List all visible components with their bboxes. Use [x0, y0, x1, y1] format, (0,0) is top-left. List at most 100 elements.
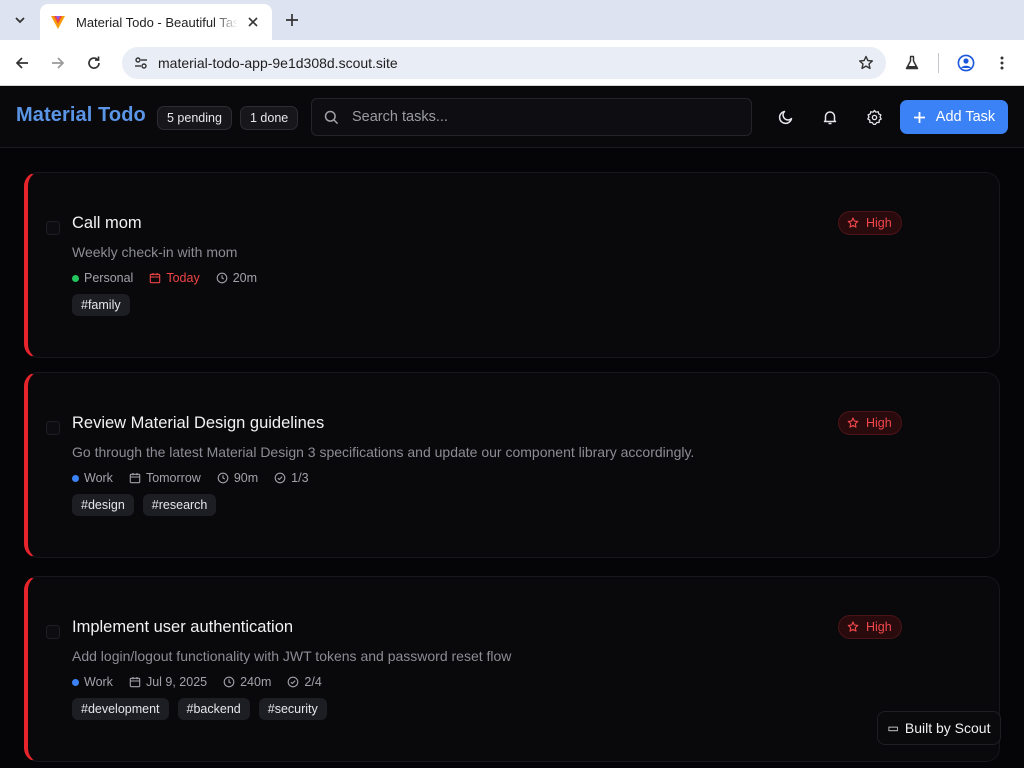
task-category: Personal — [72, 271, 133, 285]
priority-badge[interactable]: High — [838, 211, 902, 235]
clock-icon — [217, 472, 229, 484]
category-dot-icon — [72, 274, 79, 282]
priority-badge[interactable]: High — [838, 615, 902, 639]
built-by-scout-badge[interactable]: ▭ Built by Scout — [877, 711, 1001, 745]
browser-tab-bar: Material Todo - Beautiful Task Manager — [0, 0, 1024, 40]
task-category: Work — [72, 675, 113, 689]
arrow-left-icon — [15, 57, 28, 69]
notifications-button[interactable] — [816, 103, 844, 131]
category-dot-icon — [72, 678, 79, 686]
tag-chip[interactable]: #security — [258, 698, 327, 720]
search-input[interactable] — [352, 109, 712, 125]
priority-label: High — [866, 416, 892, 430]
browser-toolbar: material-todo-app-9e1d308d.scout.site — [0, 40, 1024, 86]
task-description: Add login/logout functionality with JWT … — [72, 648, 512, 664]
tab-title: Material Todo - Beautiful Task Manager — [76, 14, 238, 30]
due-date-label: Tomorrow — [145, 471, 201, 485]
star-icon — [847, 217, 859, 229]
theme-toggle-button[interactable] — [772, 103, 800, 131]
task-duration: 240m — [223, 675, 271, 689]
favicon-icon — [51, 16, 65, 29]
task-subtasks: 2/4 — [287, 675, 322, 689]
priority-badge[interactable]: High — [838, 411, 902, 435]
task-category: Work — [72, 471, 113, 485]
forward-button[interactable] — [44, 49, 72, 77]
pending-count-badge: 5 pending — [157, 106, 232, 130]
clock-icon — [223, 676, 235, 688]
task-description: Weekly check-in with mom — [72, 244, 238, 260]
task-due-date: Today — [149, 271, 200, 285]
priority-label: High — [866, 216, 892, 230]
task-checkbox[interactable] — [46, 421, 60, 435]
priority-label: High — [866, 620, 892, 634]
task-due-date: Jul 9, 2025 — [129, 675, 207, 689]
tab-search-button[interactable] — [6, 6, 34, 34]
task-tags: #development #backend #security — [72, 698, 336, 720]
task-card[interactable]: Review Material Design guidelines Go thr… — [24, 372, 1000, 558]
plus-icon — [913, 111, 926, 124]
search-box[interactable] — [311, 98, 752, 136]
task-checkbox[interactable] — [46, 625, 60, 639]
add-task-button[interactable]: Add Task — [900, 100, 1008, 134]
chevron-down-icon — [15, 17, 25, 24]
task-due-date: Tomorrow — [129, 471, 201, 485]
task-title[interactable]: Review Material Design guidelines — [72, 414, 324, 433]
subtask-progress: 2/4 — [304, 675, 322, 689]
browser-tab-active[interactable]: Material Todo - Beautiful Task Manager — [40, 4, 272, 40]
duration-label: 90m — [233, 471, 259, 485]
tag-chip[interactable]: #research — [142, 494, 217, 516]
tag-chip[interactable]: #family — [72, 294, 130, 316]
app-title: Material Todo — [16, 104, 146, 126]
plus-icon — [286, 14, 298, 26]
toolbar-divider — [938, 53, 939, 73]
task-title[interactable]: Call mom — [72, 214, 142, 233]
task-tags: #family — [72, 294, 139, 316]
task-duration: 20m — [216, 271, 257, 285]
done-count-badge: 1 done — [240, 106, 299, 130]
tag-chip[interactable]: #design — [72, 494, 134, 516]
task-meta: Personal Today 20m — [72, 271, 273, 285]
search-icon — [324, 109, 340, 125]
app-header: Material Todo 5 pending 1 done Add Task — [0, 87, 1024, 148]
calendar-icon — [149, 272, 161, 284]
duration-label: 20m — [232, 271, 258, 285]
add-task-label: Add Task — [935, 109, 996, 125]
category-label: Work — [84, 471, 113, 485]
labs-flask-icon[interactable] — [898, 49, 926, 77]
reload-button[interactable] — [80, 49, 108, 77]
close-tab-icon[interactable] — [244, 13, 262, 31]
task-meta: Work Jul 9, 2025 240m 2/4 — [72, 675, 338, 689]
task-title[interactable]: Implement user authentication — [72, 618, 293, 637]
clock-icon — [216, 272, 228, 284]
site-info-icon[interactable] — [130, 52, 152, 74]
task-description: Go through the latest Material Design 3 … — [72, 444, 695, 460]
due-date-label: Jul 9, 2025 — [145, 675, 208, 689]
task-meta: Work Tomorrow 90m 1/3 — [72, 471, 325, 485]
settings-button[interactable] — [860, 103, 888, 131]
profile-avatar-icon[interactable] — [952, 49, 980, 77]
tag-chip[interactable]: #backend — [177, 698, 250, 720]
built-by-label: Built by Scout — [904, 720, 991, 736]
check-circle-icon — [274, 472, 286, 484]
task-duration: 90m — [217, 471, 258, 485]
task-checkbox[interactable] — [46, 221, 60, 235]
bell-icon — [823, 111, 837, 125]
scout-logo-icon: ▭ — [887, 721, 899, 735]
arrow-right-icon — [52, 57, 65, 69]
bookmark-star-icon[interactable] — [852, 49, 880, 77]
tag-chip[interactable]: #development — [72, 698, 169, 720]
category-dot-icon — [72, 474, 79, 482]
task-card[interactable]: Implement user authentication Add login/… — [24, 576, 1000, 762]
back-button[interactable] — [8, 49, 36, 77]
gear-icon — [866, 109, 882, 125]
task-card[interactable]: Call mom Weekly check-in with mom Person… — [24, 172, 1000, 358]
category-label: Work — [84, 675, 113, 689]
address-bar[interactable]: material-todo-app-9e1d308d.scout.site — [122, 47, 886, 79]
browser-menu-icon[interactable] — [988, 49, 1016, 77]
star-icon — [847, 417, 859, 429]
duration-label: 240m — [240, 675, 272, 689]
calendar-icon — [129, 472, 141, 484]
task-tags: #design #research — [72, 494, 225, 516]
subtask-progress: 1/3 — [291, 471, 309, 485]
new-tab-button[interactable] — [280, 8, 304, 32]
